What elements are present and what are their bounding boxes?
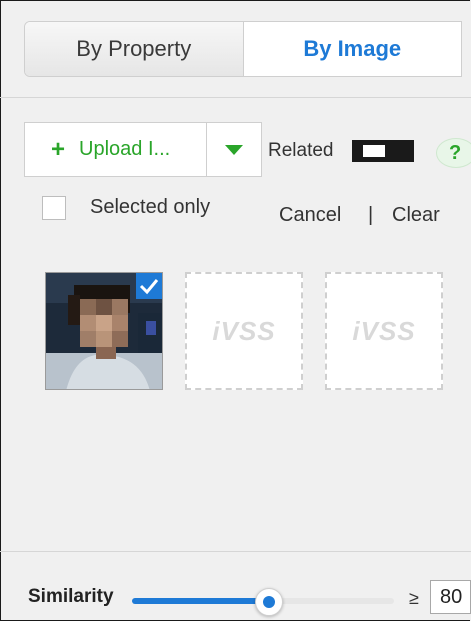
toggle-knob: [363, 145, 385, 157]
ivss-watermark: iVSS: [352, 315, 416, 346]
help-icon[interactable]: ?: [436, 138, 471, 168]
selected-only-checkbox[interactable]: [42, 196, 66, 220]
search-mode-tabs: By Property By Image: [24, 21, 462, 77]
empty-image-slot[interactable]: iVSS: [325, 272, 443, 390]
ivss-watermark: iVSS: [212, 315, 276, 346]
plus-icon: +: [51, 135, 66, 163]
upload-image-label: Upload I...: [79, 138, 171, 160]
similarity-value-input[interactable]: 80: [430, 580, 471, 614]
tab-by-image[interactable]: By Image: [243, 22, 461, 76]
action-separator: |: [368, 204, 374, 226]
related-toggle[interactable]: [352, 140, 414, 162]
related-label: Related: [268, 140, 334, 161]
clear-link[interactable]: Clear: [392, 204, 440, 227]
upload-image-split-button: + Upload I...: [24, 122, 262, 177]
slider-fill: [132, 598, 269, 604]
selected-check-icon: [136, 273, 162, 299]
cancel-link[interactable]: Cancel: [279, 204, 341, 227]
upload-dropdown-button[interactable]: [207, 123, 261, 176]
face-image-thumbnail[interactable]: [45, 272, 163, 390]
triangle-down-icon: [225, 144, 243, 155]
selected-only-label: Selected only: [90, 196, 211, 218]
similarity-slider[interactable]: [132, 588, 394, 616]
tab-by-property[interactable]: By Property: [25, 22, 244, 76]
divider: [0, 97, 471, 98]
greater-equal-symbol: ≥: [409, 588, 419, 608]
empty-image-slot[interactable]: iVSS: [185, 272, 303, 390]
divider: [0, 551, 471, 552]
similarity-label: Similarity: [28, 586, 114, 607]
upload-image-button[interactable]: + Upload I...: [25, 123, 207, 176]
